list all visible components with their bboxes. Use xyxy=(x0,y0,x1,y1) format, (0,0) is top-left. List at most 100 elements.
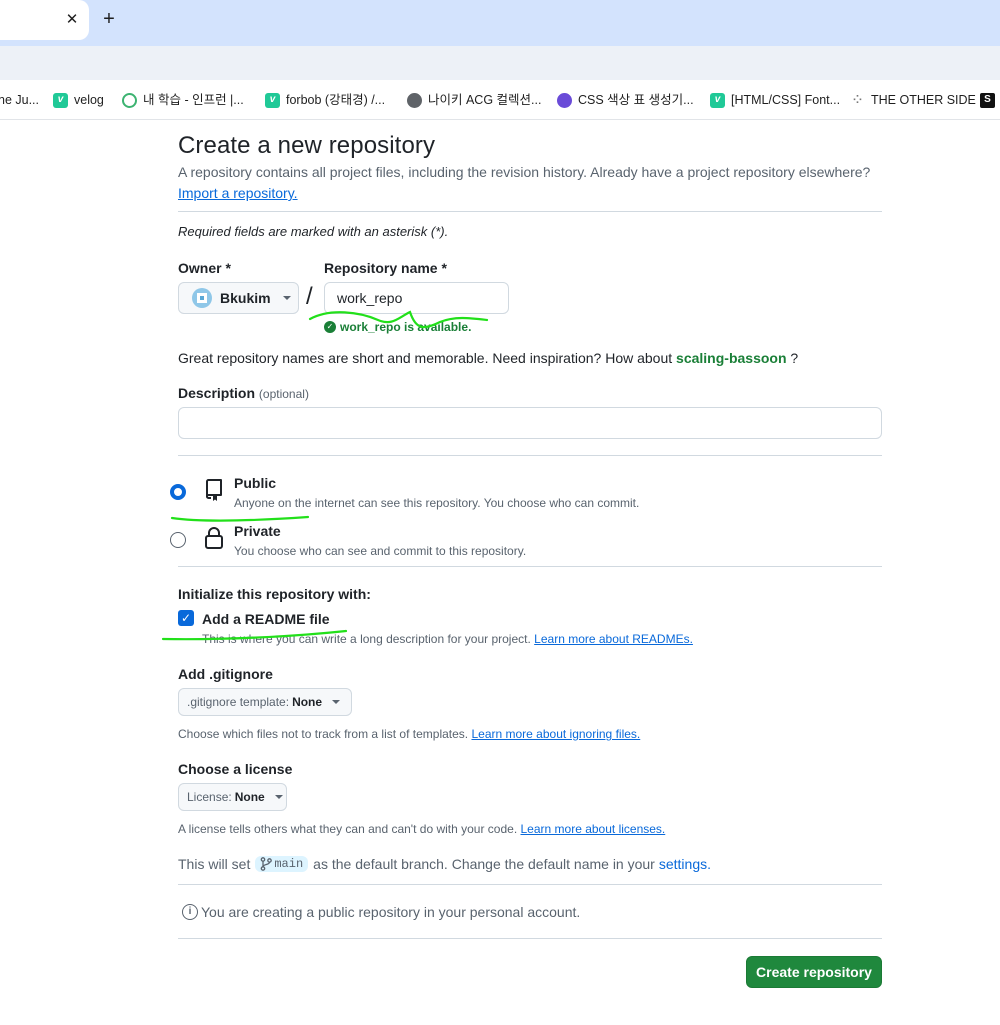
check-circle-icon: ✓ xyxy=(324,321,336,333)
bookmark-item[interactable]: CSS 색상 표 생성기... xyxy=(557,91,694,109)
visibility-private-option[interactable]: Private You choose who can see and commi… xyxy=(170,520,870,560)
owner-repo-separator: / xyxy=(306,283,313,310)
public-title: Public xyxy=(234,475,277,491)
avatar xyxy=(192,288,212,308)
bookmark-item[interactable]: 나이키 ACG 컬렉션... xyxy=(407,91,541,109)
git-branch-icon xyxy=(261,857,273,871)
info-message: i You are creating a public repository i… xyxy=(182,904,580,920)
divider xyxy=(178,938,882,939)
public-description: Anyone on the internet can see this repo… xyxy=(234,496,640,510)
bookmark-label: velog xyxy=(74,93,104,107)
license-help-text: A license tells others what they can and… xyxy=(178,822,518,836)
branch-prefix: This will set xyxy=(178,856,251,872)
license-dropdown[interactable]: License: None xyxy=(178,783,287,811)
readme-label: Add a README file xyxy=(202,611,330,627)
branch-suffix: as the default branch. Change the defaul… xyxy=(313,856,655,872)
gitignore-select-prefix: .gitignore template: xyxy=(187,695,290,709)
private-radio[interactable] xyxy=(170,532,186,548)
divider xyxy=(178,566,882,567)
license-help: A license tells others what they can and… xyxy=(178,822,665,836)
chevron-down-icon xyxy=(274,795,283,799)
suggestion-suffix: ? xyxy=(786,350,799,366)
description-input[interactable] xyxy=(178,407,882,439)
availability-text: work_repo is available. xyxy=(340,320,472,334)
bookmark-label: CSS 색상 표 생성기... xyxy=(578,93,694,107)
bookmark-item[interactable]: S xyxy=(980,91,1000,109)
license-label: Choose a license xyxy=(178,761,293,777)
description-label-text: Description xyxy=(178,385,256,401)
availability-message: ✓ work_repo is available. xyxy=(324,320,471,334)
lock-icon xyxy=(205,527,223,549)
info-text: You are creating a public repository in … xyxy=(201,904,581,920)
new-tab-icon[interactable]: + xyxy=(97,8,121,32)
suggested-name-button[interactable]: scaling-bassoon xyxy=(676,350,786,366)
bookmark-item[interactable]: ne Ju... xyxy=(0,91,39,109)
license-learn-more-link[interactable]: Learn more about licenses. xyxy=(521,822,666,836)
gitignore-label: Add .gitignore xyxy=(178,666,273,682)
s-icon: S xyxy=(980,92,995,108)
required-fields-note: Required fields are marked with an aster… xyxy=(178,224,449,239)
public-radio[interactable] xyxy=(170,484,186,500)
owl-icon xyxy=(557,92,572,108)
readme-learn-more-link[interactable]: Learn more about READMEs. xyxy=(534,632,693,646)
branch-chip: main xyxy=(255,856,309,872)
address-bar-area xyxy=(0,46,1000,80)
license-select-value: None xyxy=(234,790,265,804)
bookmark-item[interactable]: ⁘ THE OTHER SIDE xyxy=(850,91,976,109)
readme-checkbox[interactable]: ✓ xyxy=(178,610,194,626)
gitignore-learn-more-link[interactable]: Learn more about ignoring files. xyxy=(471,727,640,741)
readme-description: This is where you can write a long descr… xyxy=(202,632,693,646)
divider xyxy=(178,884,882,885)
chevron-down-icon xyxy=(282,296,291,300)
bookmarks-bar: ne Ju... v velog 내 학습 - 인프런 |... v forbo… xyxy=(0,80,1000,120)
velog-icon: v xyxy=(710,92,725,108)
page-title: Create a new repository xyxy=(178,132,436,159)
owner-label: Owner * xyxy=(178,260,231,276)
address-bar[interactable] xyxy=(0,46,1000,80)
chevron-down-icon xyxy=(332,700,341,704)
info-icon: i xyxy=(182,904,198,920)
create-repository-button[interactable]: Create repository xyxy=(746,956,882,988)
bookmark-item[interactable]: v [HTML/CSS] Font... xyxy=(710,91,840,109)
globe-icon xyxy=(407,92,422,108)
branch-name: main xyxy=(274,857,304,871)
gitignore-help: Choose which files not to track from a l… xyxy=(178,727,640,741)
private-description: You choose who can see and commit to thi… xyxy=(234,544,527,558)
repository-name-label: Repository name * xyxy=(324,260,447,276)
browser-tab-bar: ✕ + xyxy=(0,0,1000,46)
bookmark-label: ne Ju... xyxy=(0,93,39,107)
bookmark-label: 내 학습 - 인프런 |... xyxy=(143,93,244,107)
bookmark-item[interactable]: v forbob (강태경) /... xyxy=(265,91,385,109)
gitignore-select-value: None xyxy=(292,695,323,709)
gitignore-help-text: Choose which files not to track from a l… xyxy=(178,727,469,741)
divider xyxy=(178,211,882,212)
readme-help-text: This is where you can write a long descr… xyxy=(202,632,531,646)
suggestion-text: Great repository names are short and mem… xyxy=(178,350,673,366)
bookmark-item[interactable]: 내 학습 - 인프런 |... xyxy=(122,91,244,109)
dot-icon: ⁘ xyxy=(850,92,865,108)
import-repository-link[interactable]: Import a repository. xyxy=(178,185,298,201)
bookmark-label: THE OTHER SIDE xyxy=(871,93,976,107)
velog-icon: v xyxy=(53,92,68,108)
repository-name-input[interactable] xyxy=(324,282,509,314)
optional-hint: (optional) xyxy=(258,387,309,401)
owner-dropdown[interactable]: Bkukim xyxy=(178,282,299,314)
inflearn-icon xyxy=(122,92,137,108)
gitignore-template-dropdown[interactable]: .gitignore template: None xyxy=(178,688,352,716)
velog-icon: v xyxy=(265,92,280,108)
repo-icon xyxy=(206,479,222,501)
visibility-public-option[interactable]: Public Anyone on the internet can see th… xyxy=(170,472,870,512)
bookmark-label: forbob (강태경) /... xyxy=(286,93,386,107)
page-subtitle: A repository contains all project files,… xyxy=(178,164,871,180)
bookmark-label: 나이키 ACG 컬렉션... xyxy=(428,93,542,107)
description-label: Description (optional) xyxy=(178,385,309,401)
owner-name: Bkukim xyxy=(220,290,271,306)
bookmark-label: [HTML/CSS] Font... xyxy=(731,93,841,107)
private-title: Private xyxy=(234,523,281,539)
license-select-prefix: License: xyxy=(187,790,232,804)
close-tab-icon[interactable]: ✕ xyxy=(62,10,82,30)
divider xyxy=(178,455,882,456)
settings-link[interactable]: settings. xyxy=(659,856,711,872)
bookmark-item[interactable]: v velog xyxy=(53,91,104,109)
browser-tab[interactable]: ✕ xyxy=(0,0,89,40)
